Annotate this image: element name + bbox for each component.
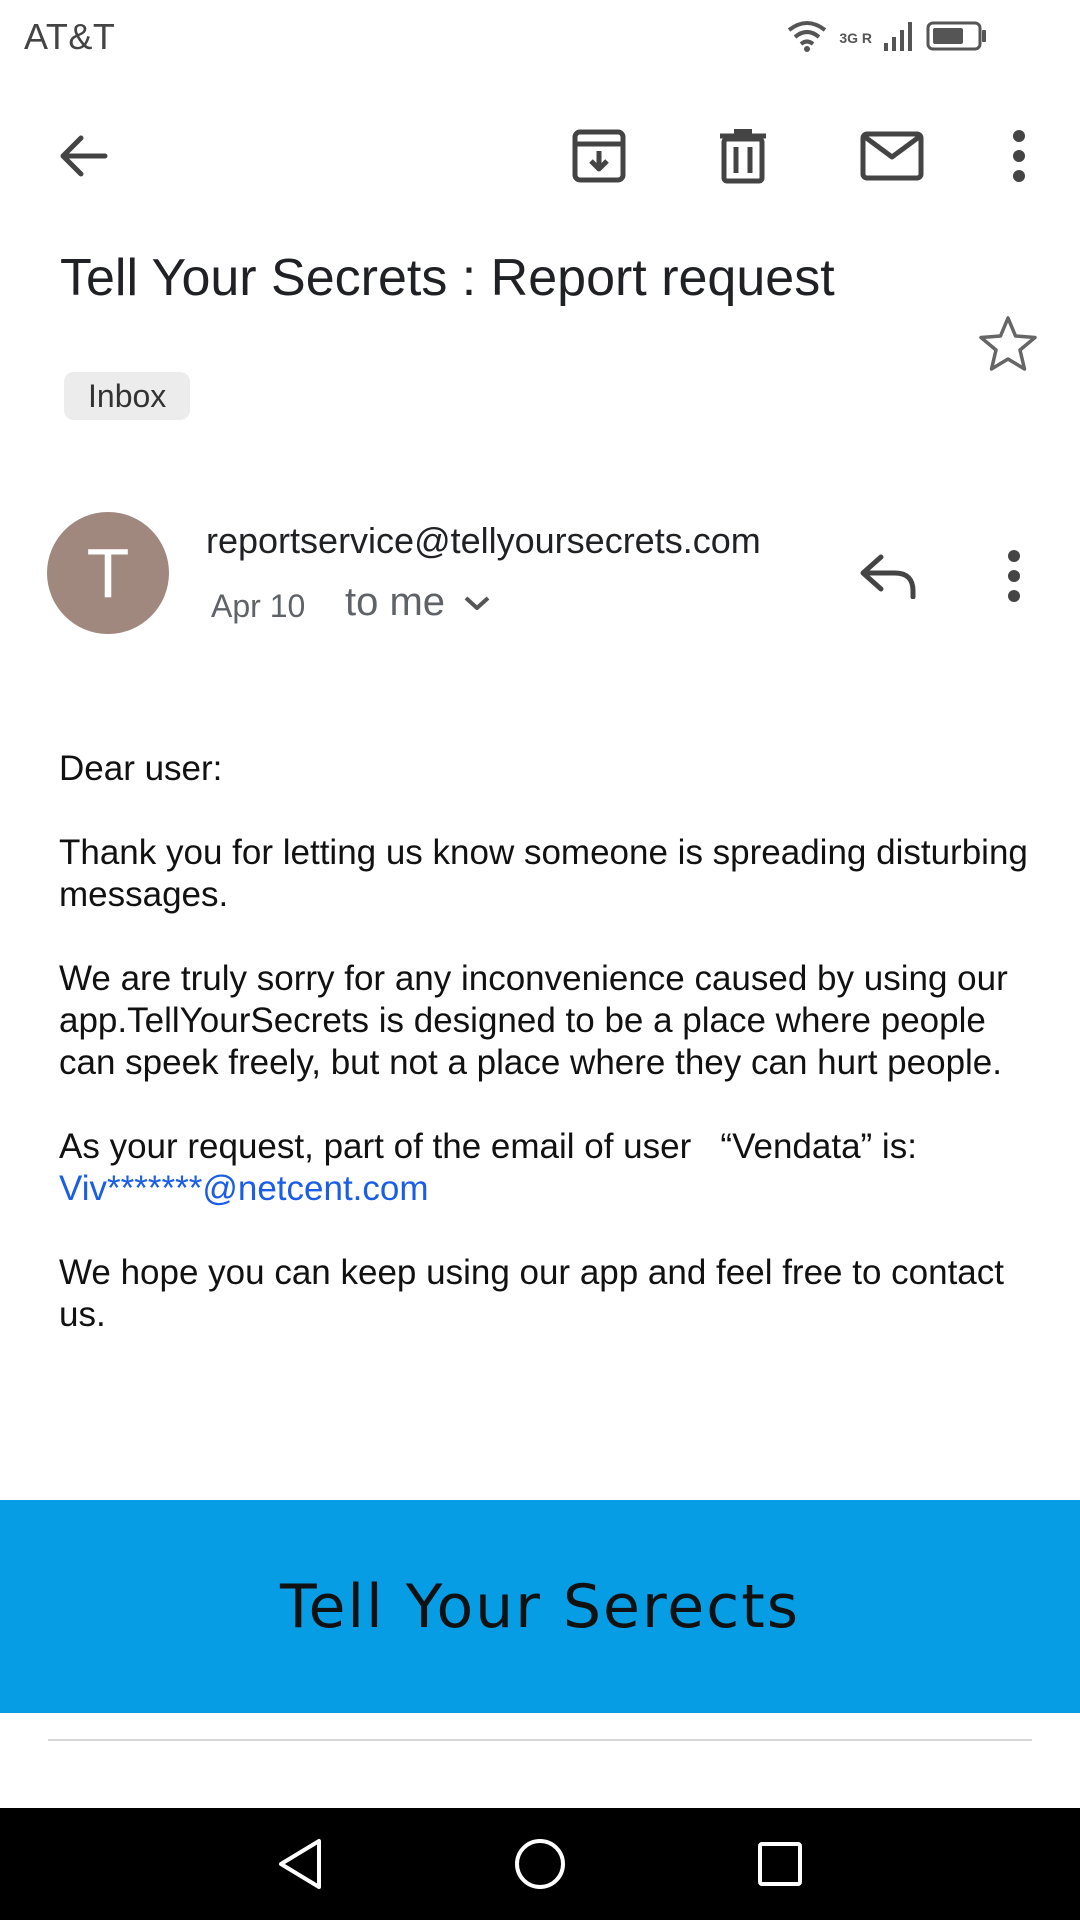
sender-avatar[interactable]: T bbox=[47, 512, 169, 634]
brand-banner: Tell Your Serects bbox=[0, 1500, 1080, 1713]
body-paragraph: Thank you for letting us know someone is… bbox=[59, 833, 1028, 914]
signal-icon bbox=[882, 19, 916, 58]
recipient-details-toggle[interactable]: to me bbox=[345, 580, 491, 625]
mark-unread-button[interactable] bbox=[856, 120, 928, 192]
more-options-button[interactable] bbox=[983, 120, 1055, 192]
body-paragraph-request: As your request, part of the email of us… bbox=[59, 1126, 1039, 1210]
body-paragraph: We are truly sorry for any inconvenience… bbox=[59, 959, 1008, 1082]
masked-email-link[interactable]: Viv*******@netcent.com bbox=[59, 1169, 429, 1208]
body-greeting: Dear user: bbox=[59, 749, 223, 788]
back-button[interactable] bbox=[47, 120, 119, 192]
chevron-down-icon bbox=[464, 596, 490, 610]
network-type-label: 3G R bbox=[839, 30, 872, 46]
home-circle-icon bbox=[515, 1839, 565, 1889]
back-triangle-icon bbox=[279, 1839, 321, 1889]
archive-button[interactable] bbox=[563, 120, 635, 192]
more-vert-icon bbox=[1008, 550, 1020, 602]
message-more-button[interactable] bbox=[978, 540, 1050, 612]
delete-button[interactable] bbox=[707, 120, 779, 192]
reply-button[interactable] bbox=[852, 540, 924, 612]
email-screen: AT&T 3G R Tell Your Secrets: Report req… bbox=[0, 0, 1080, 1920]
divider bbox=[48, 1739, 1032, 1741]
delete-icon bbox=[720, 129, 766, 184]
banner-title: Tell Your Serects bbox=[280, 1571, 800, 1642]
email-toolbar bbox=[0, 108, 1080, 204]
email-subject: Tell Your Secrets : Report request bbox=[60, 249, 835, 307]
recipient-label: to me bbox=[345, 580, 446, 624]
system-nav-bar bbox=[0, 1808, 1080, 1920]
body-request-text: As your request, part of the email of us… bbox=[59, 1127, 917, 1166]
nav-back-button[interactable] bbox=[264, 1828, 336, 1900]
carrier-name: AT&T bbox=[24, 16, 116, 57]
recents-square-icon bbox=[758, 1842, 802, 1886]
star-button[interactable] bbox=[972, 308, 1044, 380]
body-paragraph: We hope you can keep using our app and f… bbox=[59, 1253, 1004, 1334]
status-bar: AT&T 3G R bbox=[0, 0, 1080, 76]
email-date: Apr 10 bbox=[211, 588, 306, 624]
reply-icon bbox=[860, 554, 916, 599]
nav-recents-button[interactable] bbox=[744, 1828, 816, 1900]
sender-address[interactable]: reportservice@tellyoursecrets.com bbox=[206, 520, 761, 562]
more-vert-icon bbox=[1013, 130, 1025, 182]
battery-icon bbox=[926, 20, 988, 57]
email-body: Dear user: Thank you for letting us know… bbox=[59, 748, 1039, 1378]
back-arrow-icon bbox=[60, 135, 108, 177]
status-icons: 3G R bbox=[785, 14, 988, 62]
wifi-icon bbox=[785, 18, 829, 59]
inbox-label-chip[interactable]: Inbox bbox=[64, 372, 191, 420]
star-icon bbox=[979, 316, 1037, 371]
nav-home-button[interactable] bbox=[504, 1828, 576, 1900]
archive-icon bbox=[572, 129, 626, 183]
mark-unread-icon bbox=[860, 131, 924, 181]
